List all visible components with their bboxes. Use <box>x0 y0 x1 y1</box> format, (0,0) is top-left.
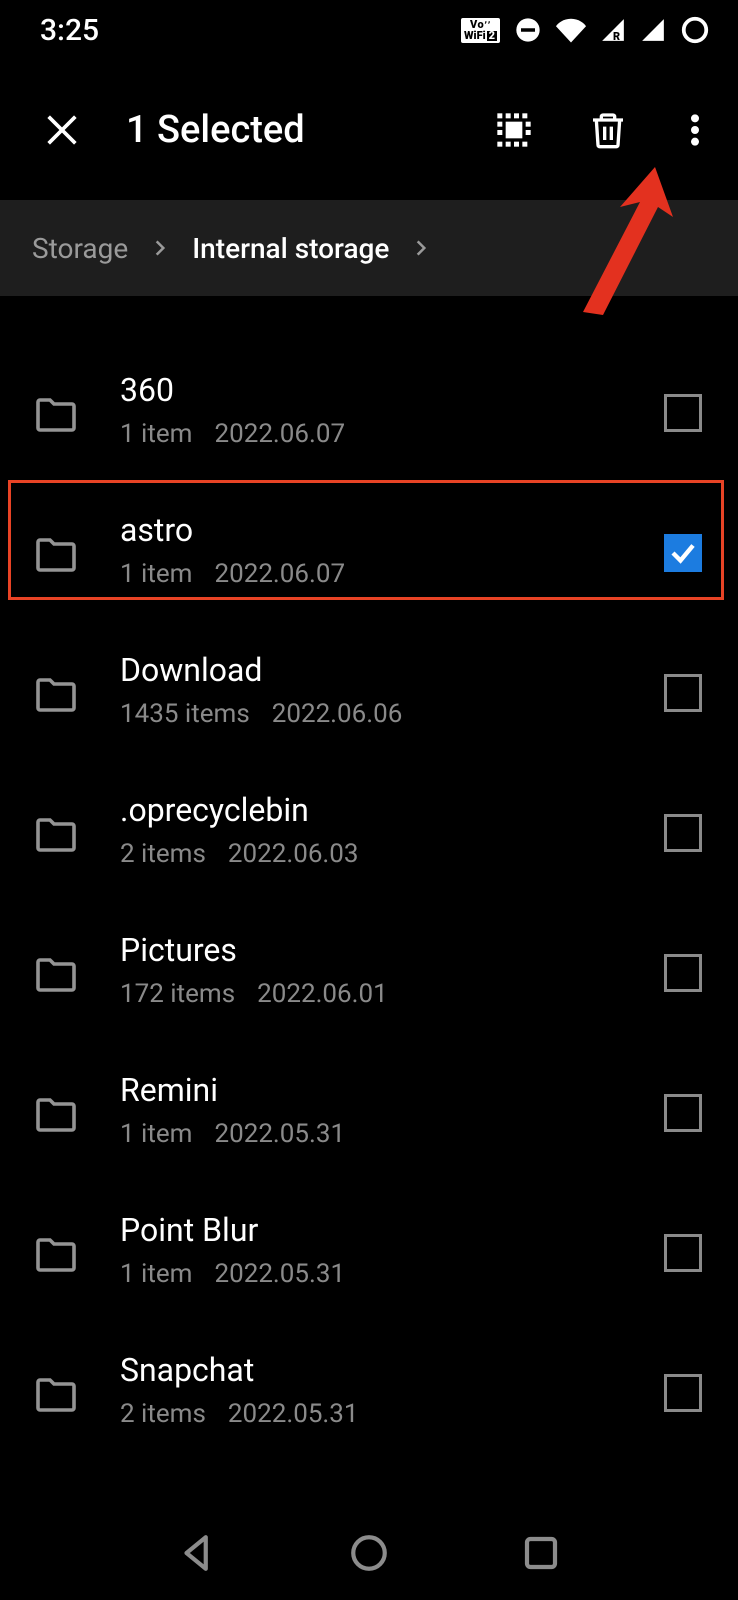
folder-icon <box>32 390 80 438</box>
vowifi-icon: Vo՚՚ WiFi2 <box>461 18 500 43</box>
folder-checkbox[interactable] <box>664 534 702 572</box>
folder-checkbox[interactable] <box>664 1094 702 1132</box>
folder-name: Point Blur <box>120 1211 664 1249</box>
selection-title: 1 Selected <box>126 108 450 152</box>
folder-row[interactable]: Pictures 172 items 2022.06.01 <box>0 900 738 1040</box>
select-all-icon <box>494 110 534 150</box>
folder-checkbox[interactable] <box>664 1234 702 1272</box>
delete-button[interactable] <box>578 100 638 160</box>
folder-items: 1 item <box>120 1119 192 1149</box>
folder-list: 360 1 item 2022.06.07 astro 1 item 2022.06.07… <box>0 296 738 1460</box>
breadcrumb-root[interactable]: Storage <box>32 232 128 265</box>
folder-icon <box>32 1090 80 1138</box>
folder-text: .oprecyclebin 2 items 2022.06.03 <box>120 791 664 869</box>
folder-date: 2022.05.31 <box>228 1399 359 1429</box>
folder-name: Pictures <box>120 931 664 969</box>
folder-name: 360 <box>120 371 664 409</box>
nav-back-button[interactable] <box>176 1532 218 1578</box>
folder-date: 2022.06.07 <box>214 559 345 589</box>
wifi-icon <box>556 15 586 45</box>
folder-date: 2022.06.01 <box>257 979 388 1009</box>
folder-row[interactable]: Download 1435 items 2022.06.06 <box>0 620 738 760</box>
breadcrumb-current[interactable]: Internal storage <box>192 232 389 265</box>
more-vert-icon <box>675 110 715 150</box>
folder-date: 2022.06.03 <box>228 839 359 869</box>
trash-icon <box>588 110 628 150</box>
folder-items: 1 item <box>120 419 192 449</box>
folder-items: 172 items <box>120 979 235 1009</box>
more-options-button[interactable] <box>672 100 718 160</box>
folder-name: Remini <box>120 1071 664 1109</box>
folder-date: 2022.06.07 <box>214 419 345 449</box>
dnd-icon <box>514 15 542 45</box>
nav-home-icon <box>348 1532 390 1574</box>
chevron-right-icon <box>150 238 170 258</box>
folder-text: 360 1 item 2022.06.07 <box>120 371 664 449</box>
selection-header: 1 Selected <box>0 60 738 200</box>
folder-checkbox[interactable] <box>664 674 702 712</box>
folder-row[interactable]: .oprecyclebin 2 items 2022.06.03 <box>0 760 738 900</box>
breadcrumb: Storage Internal storage <box>0 200 738 296</box>
folder-text: Point Blur 1 item 2022.05.31 <box>120 1211 664 1289</box>
folder-items: 1 item <box>120 559 192 589</box>
status-bar: 3:25 Vo՚՚ WiFi2 R <box>0 0 738 60</box>
folder-checkbox[interactable] <box>664 814 702 852</box>
data-saver-icon <box>680 15 710 45</box>
nav-recent-icon <box>520 1532 562 1574</box>
folder-checkbox[interactable] <box>664 394 702 432</box>
folder-text: Remini 1 item 2022.05.31 <box>120 1071 664 1149</box>
folder-name: astro <box>120 511 664 549</box>
folder-name: Snapchat <box>120 1351 664 1389</box>
nav-recent-button[interactable] <box>520 1532 562 1578</box>
folder-name: Download <box>120 651 664 689</box>
status-time: 3:25 <box>40 13 99 48</box>
folder-row[interactable]: Remini 1 item 2022.05.31 <box>0 1040 738 1180</box>
close-icon <box>42 110 82 150</box>
folder-text: Download 1435 items 2022.06.06 <box>120 651 664 729</box>
nav-back-icon <box>176 1532 218 1574</box>
folder-items: 1 item <box>120 1259 192 1289</box>
folder-items: 2 items <box>120 839 206 869</box>
folder-name: .oprecyclebin <box>120 791 664 829</box>
folder-date: 2022.06.06 <box>272 699 403 729</box>
folder-items: 2 items <box>120 1399 206 1429</box>
nav-home-button[interactable] <box>348 1532 390 1578</box>
select-all-button[interactable] <box>484 100 544 160</box>
chevron-right-icon <box>411 238 431 258</box>
folder-items: 1435 items <box>120 699 250 729</box>
folder-icon <box>32 1370 80 1418</box>
folder-text: Snapchat 2 items 2022.05.31 <box>120 1351 664 1429</box>
folder-row[interactable]: Point Blur 1 item 2022.05.31 <box>0 1180 738 1320</box>
status-icons: Vo՚՚ WiFi2 R <box>461 15 710 45</box>
folder-icon <box>32 950 80 998</box>
folder-row[interactable]: Snapchat 2 items 2022.05.31 <box>0 1320 738 1460</box>
close-button[interactable] <box>32 100 92 160</box>
signal-2-icon <box>640 15 666 45</box>
folder-row[interactable]: astro 1 item 2022.06.07 <box>0 480 738 620</box>
folder-checkbox[interactable] <box>664 954 702 992</box>
folder-checkbox[interactable] <box>664 1374 702 1412</box>
folder-icon <box>32 1230 80 1278</box>
folder-row[interactable]: 360 1 item 2022.06.07 <box>0 340 738 480</box>
folder-icon <box>32 670 80 718</box>
svg-text:R: R <box>613 30 620 43</box>
folder-icon <box>32 810 80 858</box>
signal-1-icon: R <box>600 15 626 45</box>
folder-icon <box>32 530 80 578</box>
folder-date: 2022.05.31 <box>214 1259 345 1289</box>
folder-date: 2022.05.31 <box>214 1119 345 1149</box>
folder-text: Pictures 172 items 2022.06.01 <box>120 931 664 1009</box>
system-navbar <box>0 1510 738 1600</box>
folder-text: astro 1 item 2022.06.07 <box>120 511 664 589</box>
